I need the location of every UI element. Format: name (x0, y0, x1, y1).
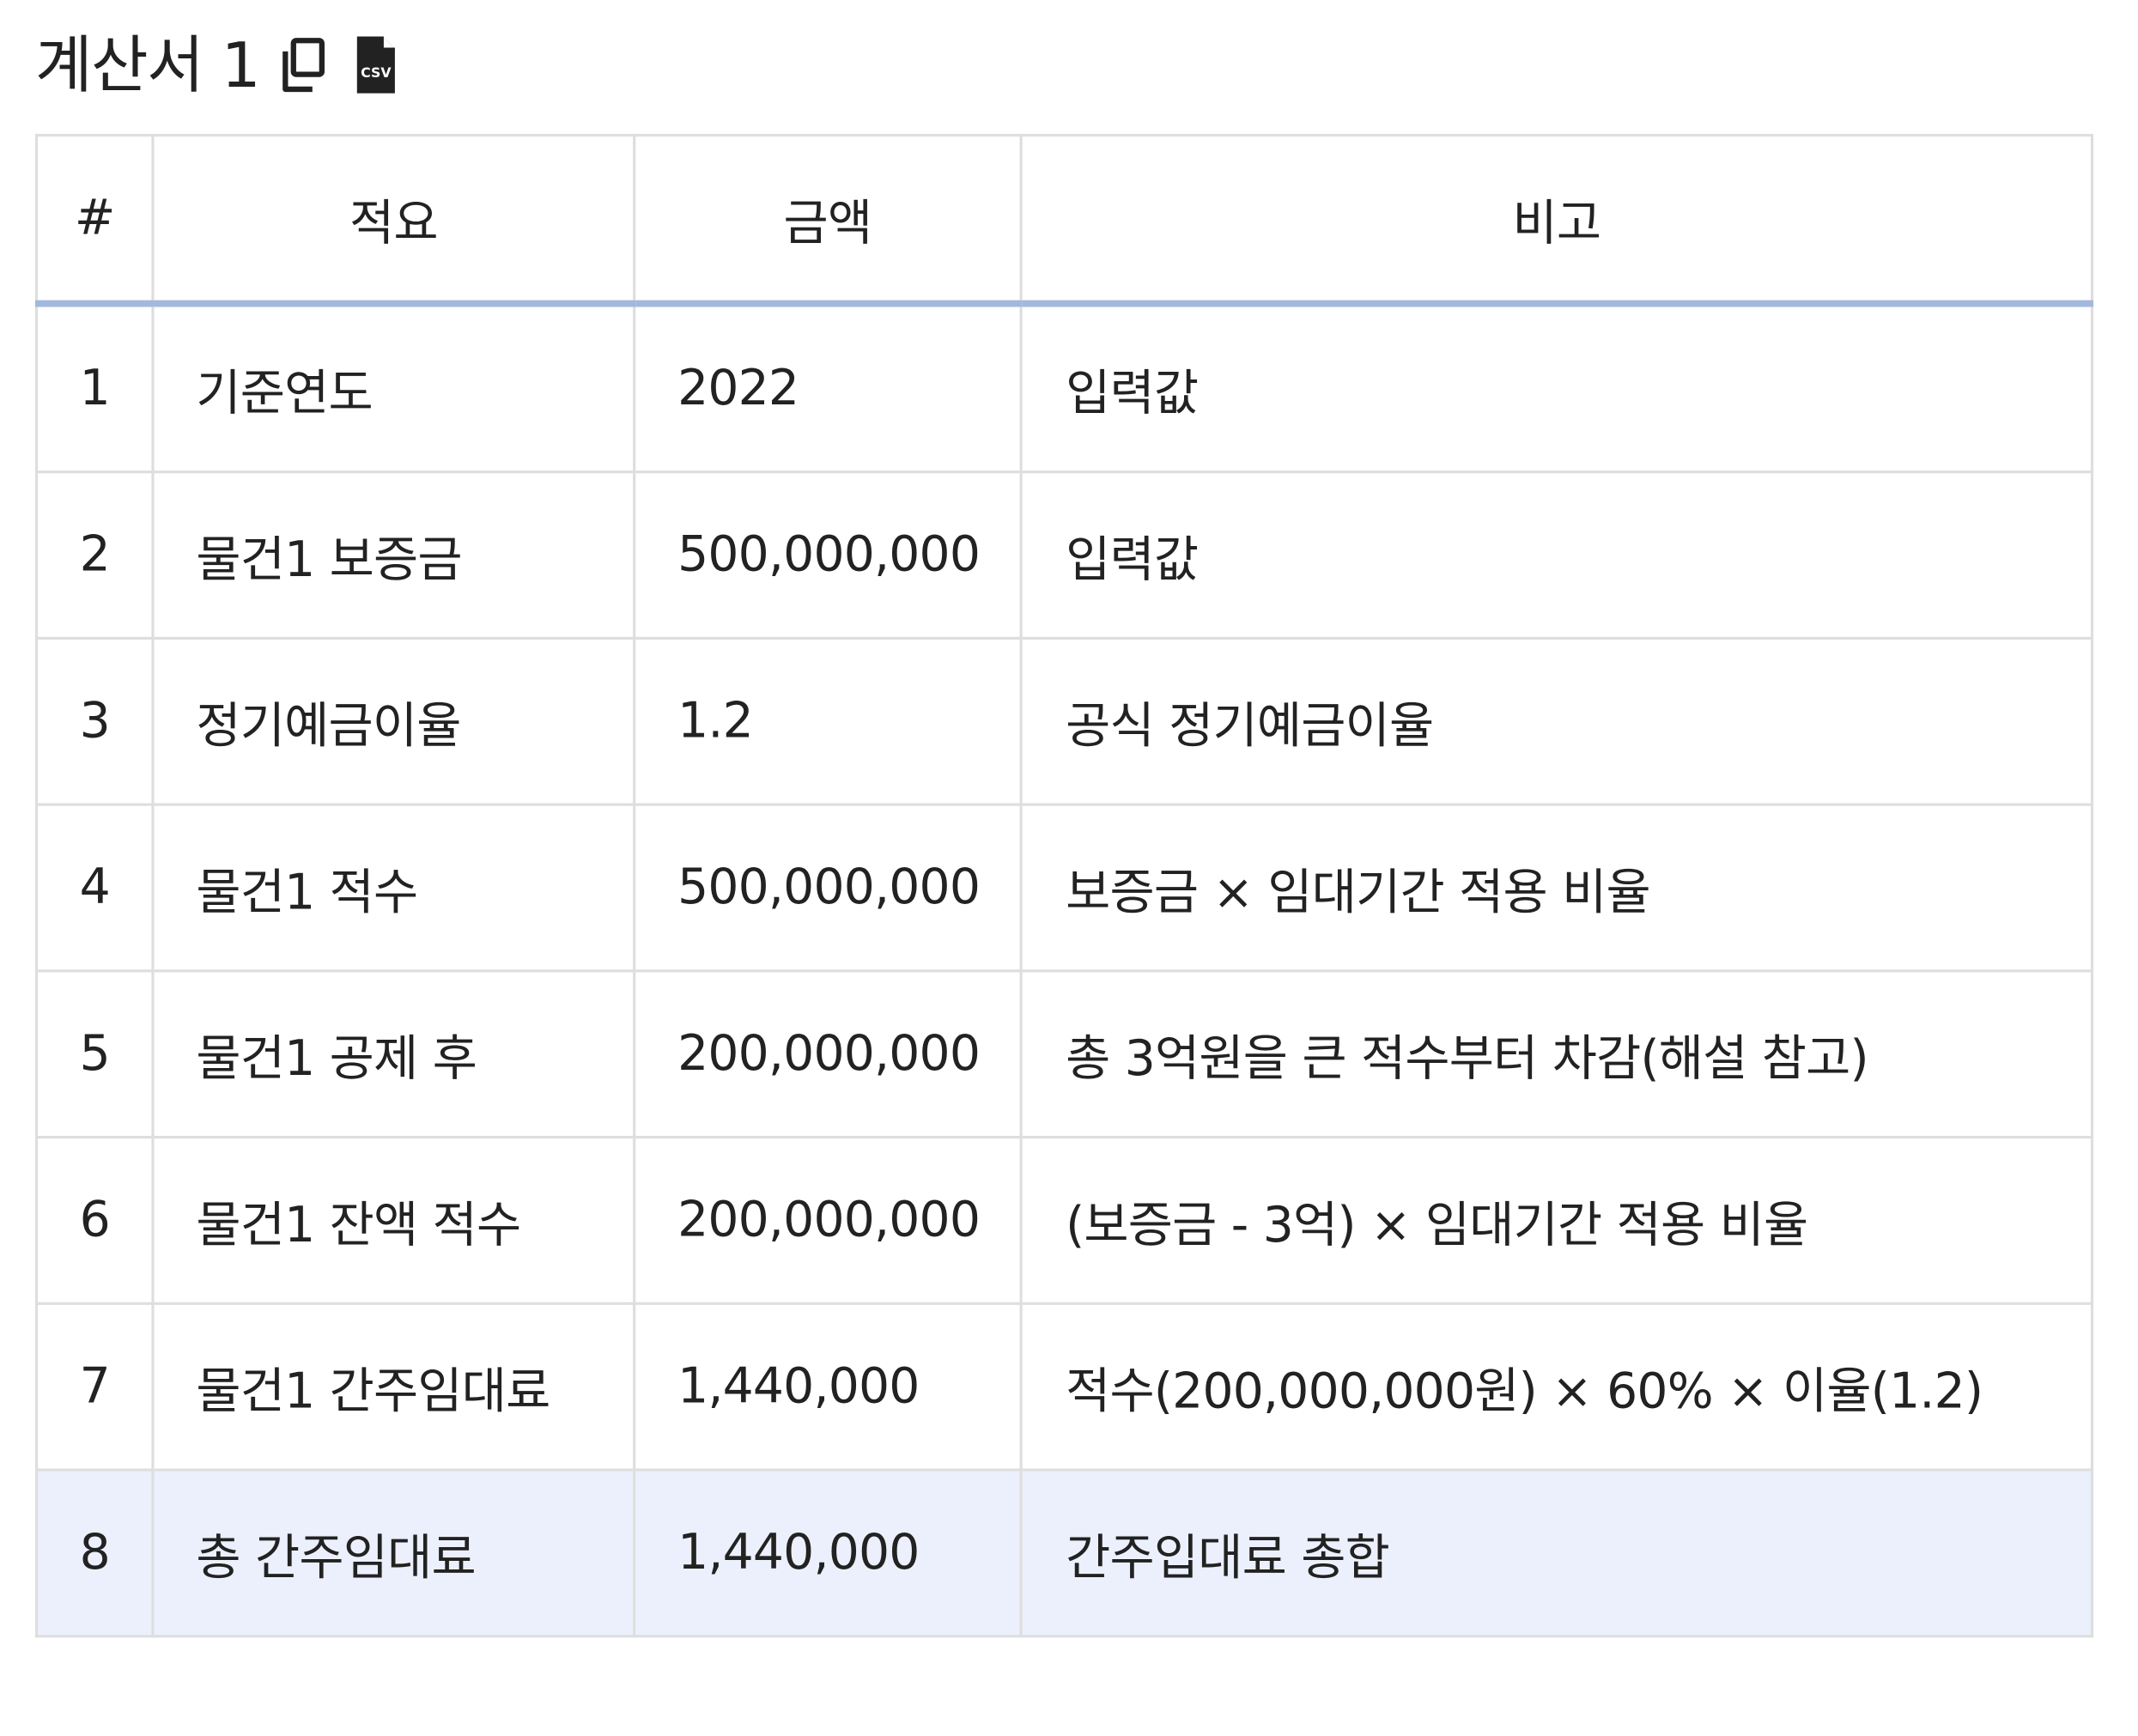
row-note: 간주입대료 총합 (1019, 1468, 2094, 1638)
row-amount: 2022 (633, 302, 1023, 474)
table-row: 7 물건1 간주임대료 1,440,000 적수(200,000,000원) ×… (34, 1302, 2094, 1472)
row-amount: 1.2 (633, 636, 1023, 806)
row-amount: 200,000,000 (633, 969, 1023, 1139)
header-note: 비고 (1019, 133, 2094, 307)
copy-icon[interactable] (276, 35, 330, 94)
row-note: 적수(200,000,000원) × 60% × 이율(1.2) (1019, 1302, 2094, 1472)
row-index: 5 (34, 969, 155, 1139)
row-index: 4 (34, 803, 155, 973)
table-row: 1 기준연도 2022 입력값 (34, 302, 2094, 474)
row-index: 7 (34, 1302, 155, 1472)
table-row: 6 물건1 잔액 적수 200,000,000 (보증금 - 3억) × 임대기… (34, 1136, 2094, 1305)
header-amount: 금액 (633, 133, 1023, 307)
copy-icon-graphic (282, 38, 325, 93)
row-amount: 1,440,000 (633, 1302, 1023, 1472)
row-note: 입력값 (1019, 470, 2094, 640)
row-description: 물건1 잔액 적수 (151, 1136, 636, 1305)
row-description: 기준연도 (151, 302, 636, 474)
row-note: 공식 정기예금이율 (1019, 636, 2094, 806)
row-amount: 500,000,000 (633, 470, 1023, 640)
row-index: 1 (34, 302, 155, 474)
row-index: 8 (34, 1468, 155, 1638)
table-row-total: 8 총 간주임대료 1,440,000 간주입대료 총합 (34, 1468, 2094, 1638)
row-amount: 500,000,000 (633, 803, 1023, 973)
row-index: 3 (34, 636, 155, 806)
row-note: 총 3억원을 큰 적수부터 차감(해설 참고) (1019, 969, 2094, 1139)
calculation-table: # 적요 금액 비고 1 기준연도 2022 입력값 2 물건1 보증금 500… (34, 133, 2094, 1638)
row-description: 정기예금이율 (151, 636, 636, 806)
calculation-sheet: 계산서 1 CSV # 적요 금액 비고 1 기준연도 2022 입력값 2 물… (0, 0, 2138, 1736)
row-amount: 1,440,000 (633, 1468, 1023, 1638)
row-note: 입력값 (1019, 302, 2094, 474)
row-index: 6 (34, 1136, 155, 1305)
title-row: 계산서 1 CSV (35, 27, 398, 103)
row-description: 물건1 적수 (151, 803, 636, 973)
csv-file-icon[interactable]: CSV (354, 33, 397, 95)
row-amount: 200,000,000 (633, 1136, 1023, 1305)
row-note: 보증금 × 임대기간 적용 비율 (1019, 803, 2094, 973)
header-description: 적요 (151, 133, 636, 307)
row-index: 2 (34, 470, 155, 640)
row-description: 물건1 간주임대료 (151, 1302, 636, 1472)
row-description: 총 간주임대료 (151, 1468, 636, 1638)
table-row: 3 정기예금이율 1.2 공식 정기예금이율 (34, 636, 2094, 806)
table-row: 2 물건1 보증금 500,000,000 입력값 (34, 470, 2094, 640)
row-description: 물건1 공제 후 (151, 969, 636, 1139)
page-title: 계산서 1 (34, 28, 261, 102)
table-row: 5 물건1 공제 후 200,000,000 총 3억원을 큰 적수부터 차감(… (34, 969, 2094, 1139)
csv-file-icon-graphic: CSV (356, 36, 395, 94)
csv-label: CSV (361, 64, 392, 81)
header-index: # (34, 133, 155, 307)
row-description: 물건1 보증금 (151, 470, 636, 640)
row-note: (보증금 - 3억) × 임대기간 적용 비율 (1019, 1136, 2094, 1305)
table-header-row: # 적요 금액 비고 (34, 133, 2094, 307)
table-row: 4 물건1 적수 500,000,000 보증금 × 임대기간 적용 비율 (34, 803, 2094, 973)
